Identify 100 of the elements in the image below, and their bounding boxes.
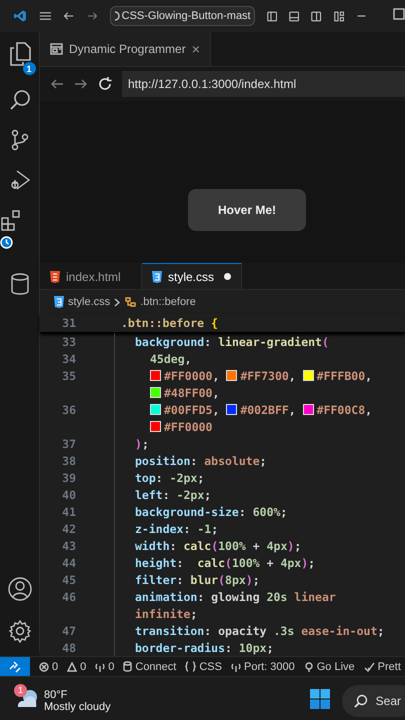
status-item[interactable]: 0	[108, 660, 114, 672]
color-swatch[interactable]	[150, 404, 161, 415]
code-text: :	[190, 454, 198, 468]
split-layout-icon[interactable]	[311, 10, 322, 22]
reload-icon[interactable]	[98, 77, 112, 91]
code-text: ease-in-out	[300, 624, 378, 638]
code-text: ,	[288, 402, 297, 416]
account-icon[interactable]	[8, 577, 32, 601]
database-icon[interactable]	[10, 272, 30, 296]
color-swatch[interactable]	[302, 370, 314, 381]
notification-badge: 1	[14, 684, 27, 696]
code-text: )	[301, 556, 308, 570]
color-swatch[interactable]	[150, 421, 161, 432]
code-text: animation	[135, 590, 198, 604]
code-text: ,	[365, 368, 372, 382]
color-swatch[interactable]	[150, 387, 161, 398]
weather-condition[interactable]: Mostly cloudy	[44, 701, 111, 713]
line-number: 37	[61, 436, 76, 450]
menu-icon[interactable]	[38, 10, 52, 22]
remote-button[interactable]	[0, 657, 30, 676]
code-text: #FF0000	[164, 420, 212, 434]
search-icon	[354, 694, 368, 708]
code-text: :	[176, 556, 184, 570]
status-item[interactable]: Go Live	[316, 660, 355, 672]
run-debug-icon[interactable]	[8, 169, 30, 191]
chevron-icon	[114, 298, 120, 306]
code-text: :	[176, 572, 184, 586]
customize-layout-icon[interactable]	[334, 10, 344, 22]
code-text: ,	[212, 402, 220, 416]
breadcrumb-item[interactable]: style.css	[68, 296, 110, 308]
browser-tab[interactable]: Dynamic Programmer ×	[40, 32, 211, 66]
error-icon[interactable]	[39, 662, 49, 672]
line-number: 43	[61, 538, 76, 552]
line-number: 42	[61, 522, 76, 536]
status-item[interactable]: Connect	[135, 660, 176, 672]
hover-button[interactable]: Hover Me!	[188, 189, 306, 231]
code-text: ,	[212, 368, 220, 382]
code-text: :	[204, 334, 212, 348]
code-text: border-radius	[135, 640, 226, 654]
clock-icon	[0, 236, 13, 249]
files-icon[interactable]	[8, 42, 30, 66]
code-text: (	[218, 572, 226, 586]
code-text: +	[252, 538, 261, 552]
remote-icon	[9, 660, 21, 672]
extensions-icon[interactable]	[0, 209, 22, 231]
color-swatch[interactable]	[302, 404, 314, 415]
app-logo-icon[interactable]	[14, 8, 27, 24]
code-text: position	[135, 454, 190, 468]
close-icon[interactable]: ×	[192, 41, 200, 57]
code-text: -1	[197, 522, 212, 536]
code-text: 4px	[266, 538, 288, 552]
status-item[interactable]: 0	[80, 660, 86, 672]
panel-layout-icon[interactable]	[288, 10, 300, 22]
code-text: ,	[212, 386, 220, 400]
color-swatch[interactable]	[226, 404, 238, 415]
code-text: left	[135, 488, 163, 502]
status-item[interactable]: 0	[52, 660, 58, 672]
warning-icon[interactable]	[67, 662, 78, 672]
status-item[interactable]: Port: 3000	[244, 660, 295, 672]
notification-badge: 1	[22, 62, 36, 75]
status-item[interactable]: CSS	[199, 660, 222, 672]
code-text: ;	[377, 624, 384, 638]
check-icon[interactable]	[364, 662, 375, 672]
color-swatch[interactable]	[150, 370, 161, 381]
search-icon[interactable]	[8, 89, 30, 111]
database-icon[interactable]	[123, 661, 132, 672]
code-text: ;	[252, 572, 260, 586]
status-item[interactable]: Prett	[378, 660, 401, 672]
windows-logo-icon[interactable]	[310, 688, 330, 708]
line-number: 35	[61, 368, 76, 382]
code-text: ,	[184, 352, 192, 366]
code-text: (	[225, 556, 232, 570]
sidebar-layout-icon[interactable]	[266, 10, 277, 22]
temperature[interactable]: 80°F	[44, 689, 111, 701]
search-field[interactable]: Sear	[342, 685, 405, 717]
forward-arrow-icon[interactable]	[86, 10, 98, 22]
forward-arrow-icon[interactable]	[74, 78, 88, 90]
color-swatch[interactable]	[226, 370, 238, 381]
line-number: 40	[61, 488, 76, 502]
line-number: 31	[61, 316, 76, 330]
code-text: #FF7300	[240, 368, 289, 382]
back-arrow-icon[interactable]	[50, 78, 64, 90]
code-text: -2px	[176, 488, 204, 502]
maximize-icon[interactable]	[392, 8, 405, 20]
breadcrumb-item[interactable]: .btn::before	[140, 296, 196, 308]
tab-title: Dynamic Programmer	[69, 42, 186, 56]
url-field[interactable]: http://127.0.0.1:3000/index.html	[122, 71, 405, 97]
line-number: 34	[61, 352, 76, 366]
code-text: #48FF00	[164, 386, 212, 400]
code-text: ;	[260, 454, 267, 468]
settings-icon[interactable]	[8, 619, 32, 643]
code-text: infinite	[135, 606, 190, 620]
back-arrow-icon[interactable]	[63, 10, 75, 22]
code-text: ,	[365, 402, 372, 416]
braces-icon[interactable]	[185, 661, 196, 672]
editor-tab[interactable]: style.css	[142, 263, 242, 289]
line-number: 38	[61, 454, 76, 468]
loading-icon	[114, 11, 120, 21]
code-text: -2px	[170, 470, 198, 484]
command-center[interactable]: CSS-Glowing-Button-mast	[110, 6, 255, 26]
